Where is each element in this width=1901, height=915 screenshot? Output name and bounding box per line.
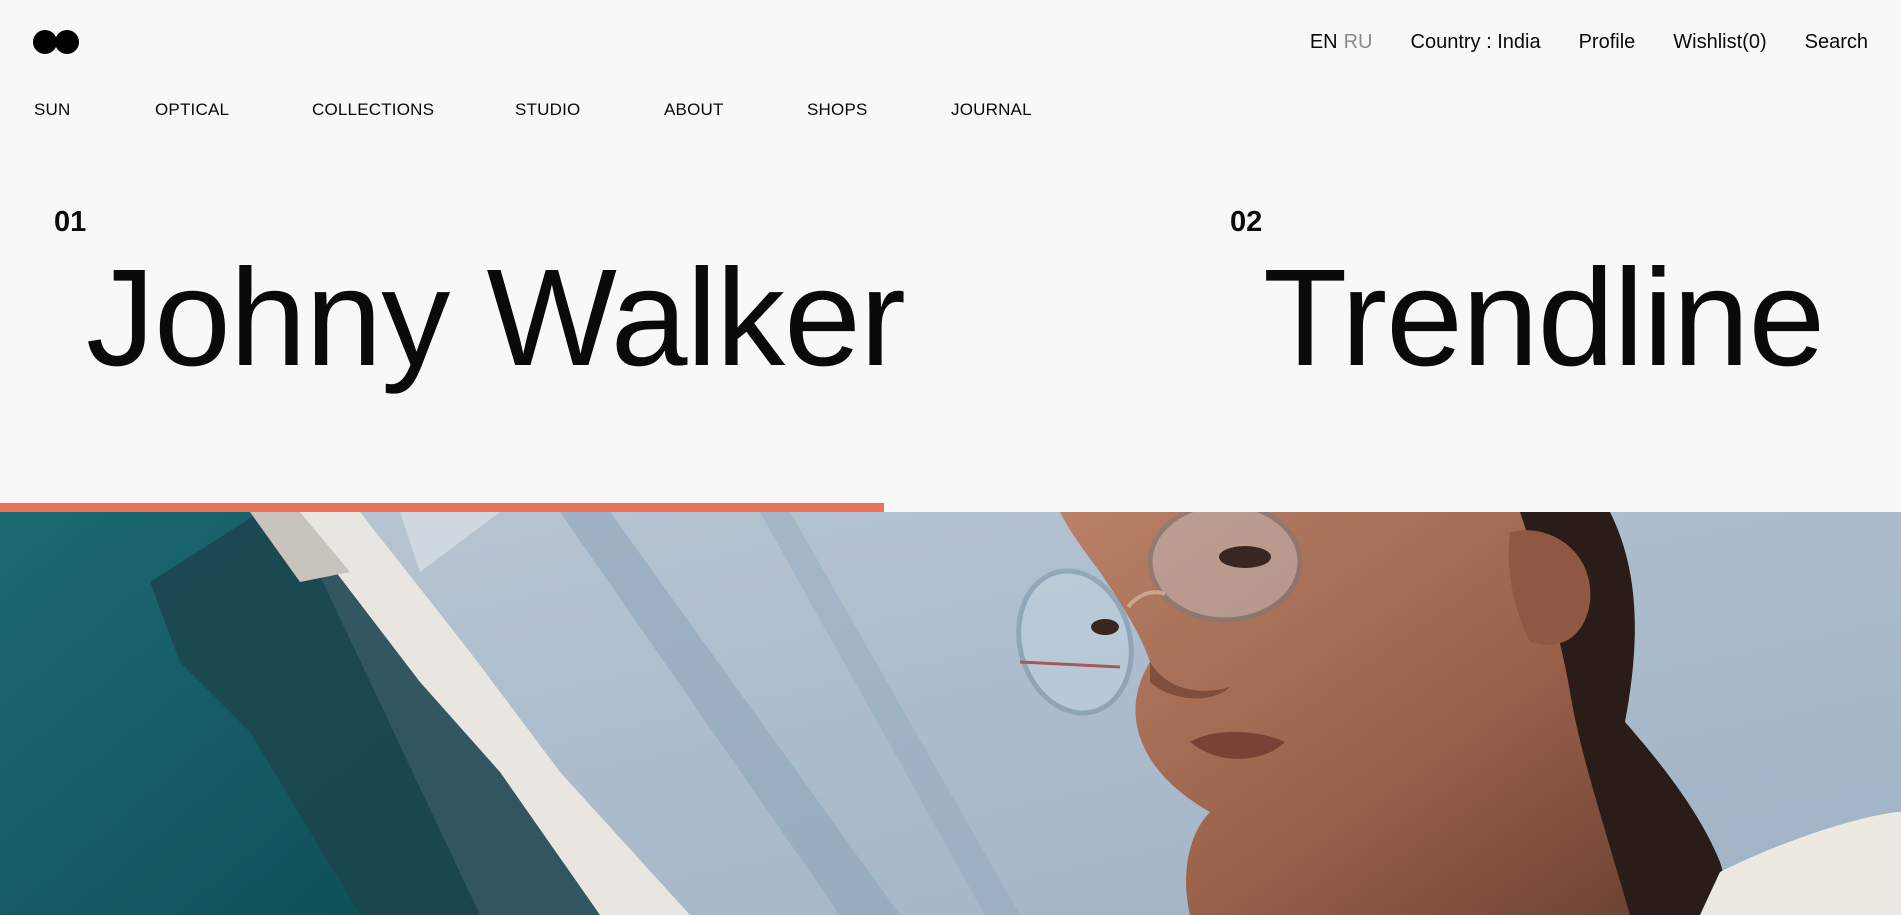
logo-dot-left-icon [33, 30, 57, 54]
nav-item-studio[interactable]: STUDIO [515, 100, 664, 120]
nav-item-shops[interactable]: SHOPS [807, 100, 951, 120]
nav-item-sun[interactable]: SUN [34, 100, 155, 120]
language-switcher: EN RU [1310, 30, 1373, 54]
woman-with-glasses-photo [0, 512, 1901, 915]
language-ru[interactable]: RU [1344, 30, 1373, 54]
nav-item-about[interactable]: ABOUT [664, 100, 807, 120]
country-selector[interactable]: Country : India [1411, 30, 1541, 54]
profile-link[interactable]: Profile [1579, 30, 1636, 54]
logo-dot-right-icon [55, 30, 79, 54]
slider-progress [0, 503, 1901, 512]
wishlist-link[interactable]: Wishlist(0) [1673, 30, 1766, 54]
slide-name: Trendline [1263, 241, 1825, 395]
page: EN RU Country : India Profile Wishlist(0… [0, 0, 1901, 915]
hero-image [0, 512, 1901, 915]
slide-name: Johny Walker [86, 241, 906, 395]
nav-item-collections[interactable]: COLLECTIONS [312, 100, 515, 120]
nav-item-journal[interactable]: JOURNAL [951, 100, 1032, 120]
utility-nav: EN RU Country : India Profile Wishlist(0… [1310, 30, 1868, 54]
nav-item-optical[interactable]: OPTICAL [155, 100, 312, 120]
language-en[interactable]: EN [1310, 30, 1338, 54]
main-nav: SUN OPTICAL COLLECTIONS STUDIO ABOUT SHO… [34, 100, 1032, 120]
slide-number: 01 [54, 206, 87, 238]
slider-progress-fill [0, 503, 884, 512]
logo[interactable] [33, 30, 81, 54]
slide-number: 02 [1230, 206, 1263, 238]
search-link[interactable]: Search [1805, 30, 1868, 54]
